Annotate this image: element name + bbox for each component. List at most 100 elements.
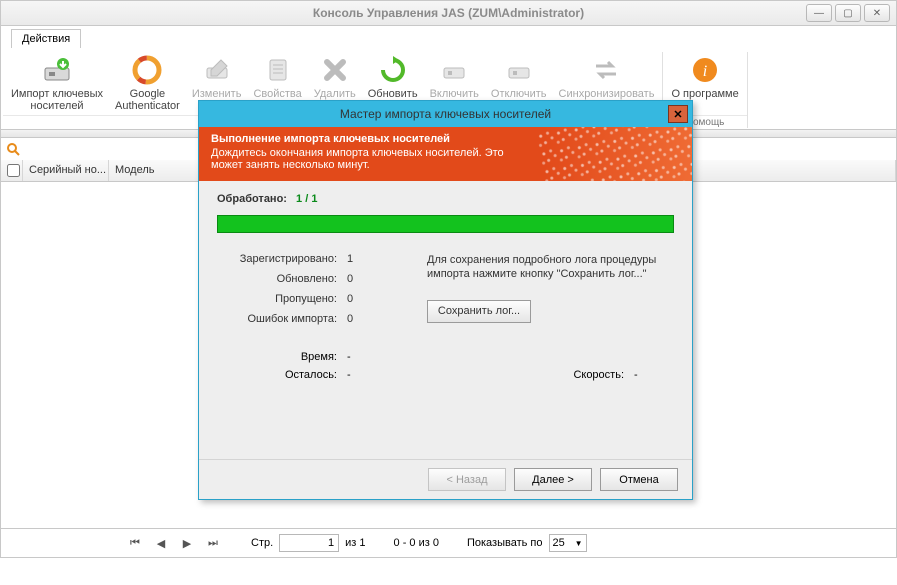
- ribbon-tab-actions[interactable]: Действия: [11, 29, 81, 48]
- page-input[interactable]: [279, 534, 339, 552]
- search-icon: [5, 141, 21, 157]
- sync-icon: [590, 54, 622, 86]
- import-wizard-dialog: Мастер импорта ключевых носителей ✕ Выпо…: [198, 100, 693, 500]
- tool-about[interactable]: i О программе: [665, 52, 744, 102]
- page-range: 0 - 0 из 0: [394, 537, 439, 549]
- tool-google-auth[interactable]: Google Authenticator: [109, 52, 186, 114]
- save-log-label: Сохранить лог...: [438, 305, 520, 317]
- page-size-select[interactable]: 25 ▼: [549, 534, 587, 552]
- next-button[interactable]: Далее >: [514, 468, 592, 491]
- dialog-banner: Выполнение импорта ключевых носителей До…: [199, 127, 692, 181]
- page-first-button[interactable]: ⏮: [125, 534, 145, 552]
- processed-label: Обработано:: [217, 193, 287, 205]
- tool-label: Включить: [430, 88, 479, 100]
- processed-row: Обработано: 1 / 1: [217, 193, 674, 205]
- tool-edit: Изменить: [186, 52, 248, 102]
- stat-label: Ошибок импорта:: [217, 313, 347, 325]
- minimize-button[interactable]: —: [806, 4, 832, 22]
- dialog-titlebar: Мастер импорта ключевых носителей ✕: [199, 101, 692, 127]
- tool-label: Обновить: [368, 88, 418, 100]
- tool-label: Синхронизировать: [559, 88, 655, 100]
- time-remaining: Осталось: -: [217, 369, 397, 381]
- maximize-button[interactable]: ▢: [835, 4, 861, 22]
- dialog-banner-title: Выполнение импорта ключевых носителей: [211, 133, 680, 145]
- window-controls: — ▢ ✕: [806, 4, 890, 22]
- window-titlebar: Консоль Управления JAS (ZUM\Administrato…: [0, 0, 897, 26]
- stat-value: 0: [347, 313, 377, 325]
- edit-icon: [201, 54, 233, 86]
- stat-label: Обновлено:: [217, 273, 347, 285]
- stat-value: 0: [347, 293, 377, 305]
- page-next-button[interactable]: ▶: [177, 534, 197, 552]
- tool-delete: Удалить: [308, 52, 362, 102]
- info-icon: i: [689, 54, 721, 86]
- page-prev-button[interactable]: ◀: [151, 534, 171, 552]
- refresh-icon: [377, 54, 409, 86]
- page-of: из 1: [345, 537, 365, 549]
- page-label: Стр.: [251, 537, 273, 549]
- stat-registered: Зарегистрировано: 1: [217, 253, 397, 265]
- dialog-banner-desc: Дождитесь окончания импорта ключевых нос…: [211, 147, 531, 171]
- progress-bar: [217, 215, 674, 233]
- stat-value: 1: [347, 253, 377, 265]
- remaining-value: -: [347, 369, 387, 381]
- svg-text:i: i: [703, 63, 707, 80]
- tool-disable: Отключить: [485, 52, 553, 102]
- cancel-label: Отмена: [619, 474, 658, 486]
- enable-icon: [438, 54, 470, 86]
- time-elapsed: Время: -: [217, 351, 397, 363]
- time-row: Время: - Осталось: - Скорость: -: [217, 351, 674, 381]
- stat-label: Зарегистрировано:: [217, 253, 347, 265]
- properties-icon: [262, 54, 294, 86]
- tool-label: Отключить: [491, 88, 547, 100]
- stat-label: Пропущено:: [217, 293, 347, 305]
- stats-area: Зарегистрировано: 1 Обновлено: 0 Пропуще…: [217, 253, 674, 333]
- time-value: -: [347, 351, 387, 363]
- processed-value: 1 / 1: [296, 193, 317, 205]
- disable-icon: [503, 54, 535, 86]
- ribbon-tab-row: Действия: [0, 26, 897, 48]
- col-serial[interactable]: Серийный но...: [23, 160, 109, 181]
- tool-label: Изменить: [192, 88, 242, 100]
- speed-row: Скорость: -: [573, 369, 674, 381]
- speed-label: Скорость:: [573, 369, 634, 381]
- cancel-button[interactable]: Отмена: [600, 468, 678, 491]
- tool-props: Свойства: [247, 52, 307, 102]
- dialog-footer: < Назад Далее > Отмена: [199, 459, 692, 499]
- tool-sync: Синхронизировать: [553, 52, 661, 102]
- tool-label: Свойства: [253, 88, 301, 100]
- save-log-button[interactable]: Сохранить лог...: [427, 300, 531, 323]
- select-all-checkbox[interactable]: [7, 164, 20, 177]
- back-button: < Назад: [428, 468, 506, 491]
- stats-left: Зарегистрировано: 1 Обновлено: 0 Пропуще…: [217, 253, 397, 333]
- col-checkbox[interactable]: [1, 160, 23, 181]
- page-last-button[interactable]: ⏭: [203, 534, 223, 552]
- tool-label: О программе: [671, 88, 738, 100]
- time-label: Время:: [217, 351, 347, 363]
- next-label: Далее >: [532, 474, 574, 486]
- tool-label: Удалить: [314, 88, 356, 100]
- back-label: < Назад: [447, 474, 488, 486]
- tool-label: Google Authenticator: [115, 88, 180, 112]
- stat-errors: Ошибок импорта: 0: [217, 313, 397, 325]
- tool-refresh[interactable]: Обновить: [362, 52, 424, 102]
- tool-import-keys[interactable]: Импорт ключевых носителей: [5, 52, 109, 114]
- page-size-value: 25: [553, 537, 565, 549]
- tool-enable: Включить: [424, 52, 485, 102]
- window-title: Консоль Управления JAS (ZUM\Administrato…: [313, 6, 584, 20]
- dialog-close-button[interactable]: ✕: [668, 105, 688, 123]
- close-button[interactable]: ✕: [864, 4, 890, 22]
- save-log-hint: Для сохранения подробного лога процедуры…: [427, 253, 674, 282]
- stats-right: Для сохранения подробного лога процедуры…: [397, 253, 674, 333]
- remaining-label: Осталось:: [217, 369, 347, 381]
- paging-footer: ⏮ ◀ ▶ ⏭ Стр. из 1 0 - 0 из 0 Показывать …: [0, 528, 897, 558]
- stat-updated: Обновлено: 0: [217, 273, 397, 285]
- stat-skipped: Пропущено: 0: [217, 293, 397, 305]
- dialog-body: Обработано: 1 / 1 Зарегистрировано: 1 Об…: [199, 181, 692, 459]
- tool-label: Импорт ключевых носителей: [11, 88, 103, 112]
- page-showby: Показывать по: [467, 537, 543, 549]
- delete-icon: [319, 54, 351, 86]
- chevron-down-icon: ▼: [575, 539, 583, 548]
- key-import-icon: [41, 54, 73, 86]
- stat-value: 0: [347, 273, 377, 285]
